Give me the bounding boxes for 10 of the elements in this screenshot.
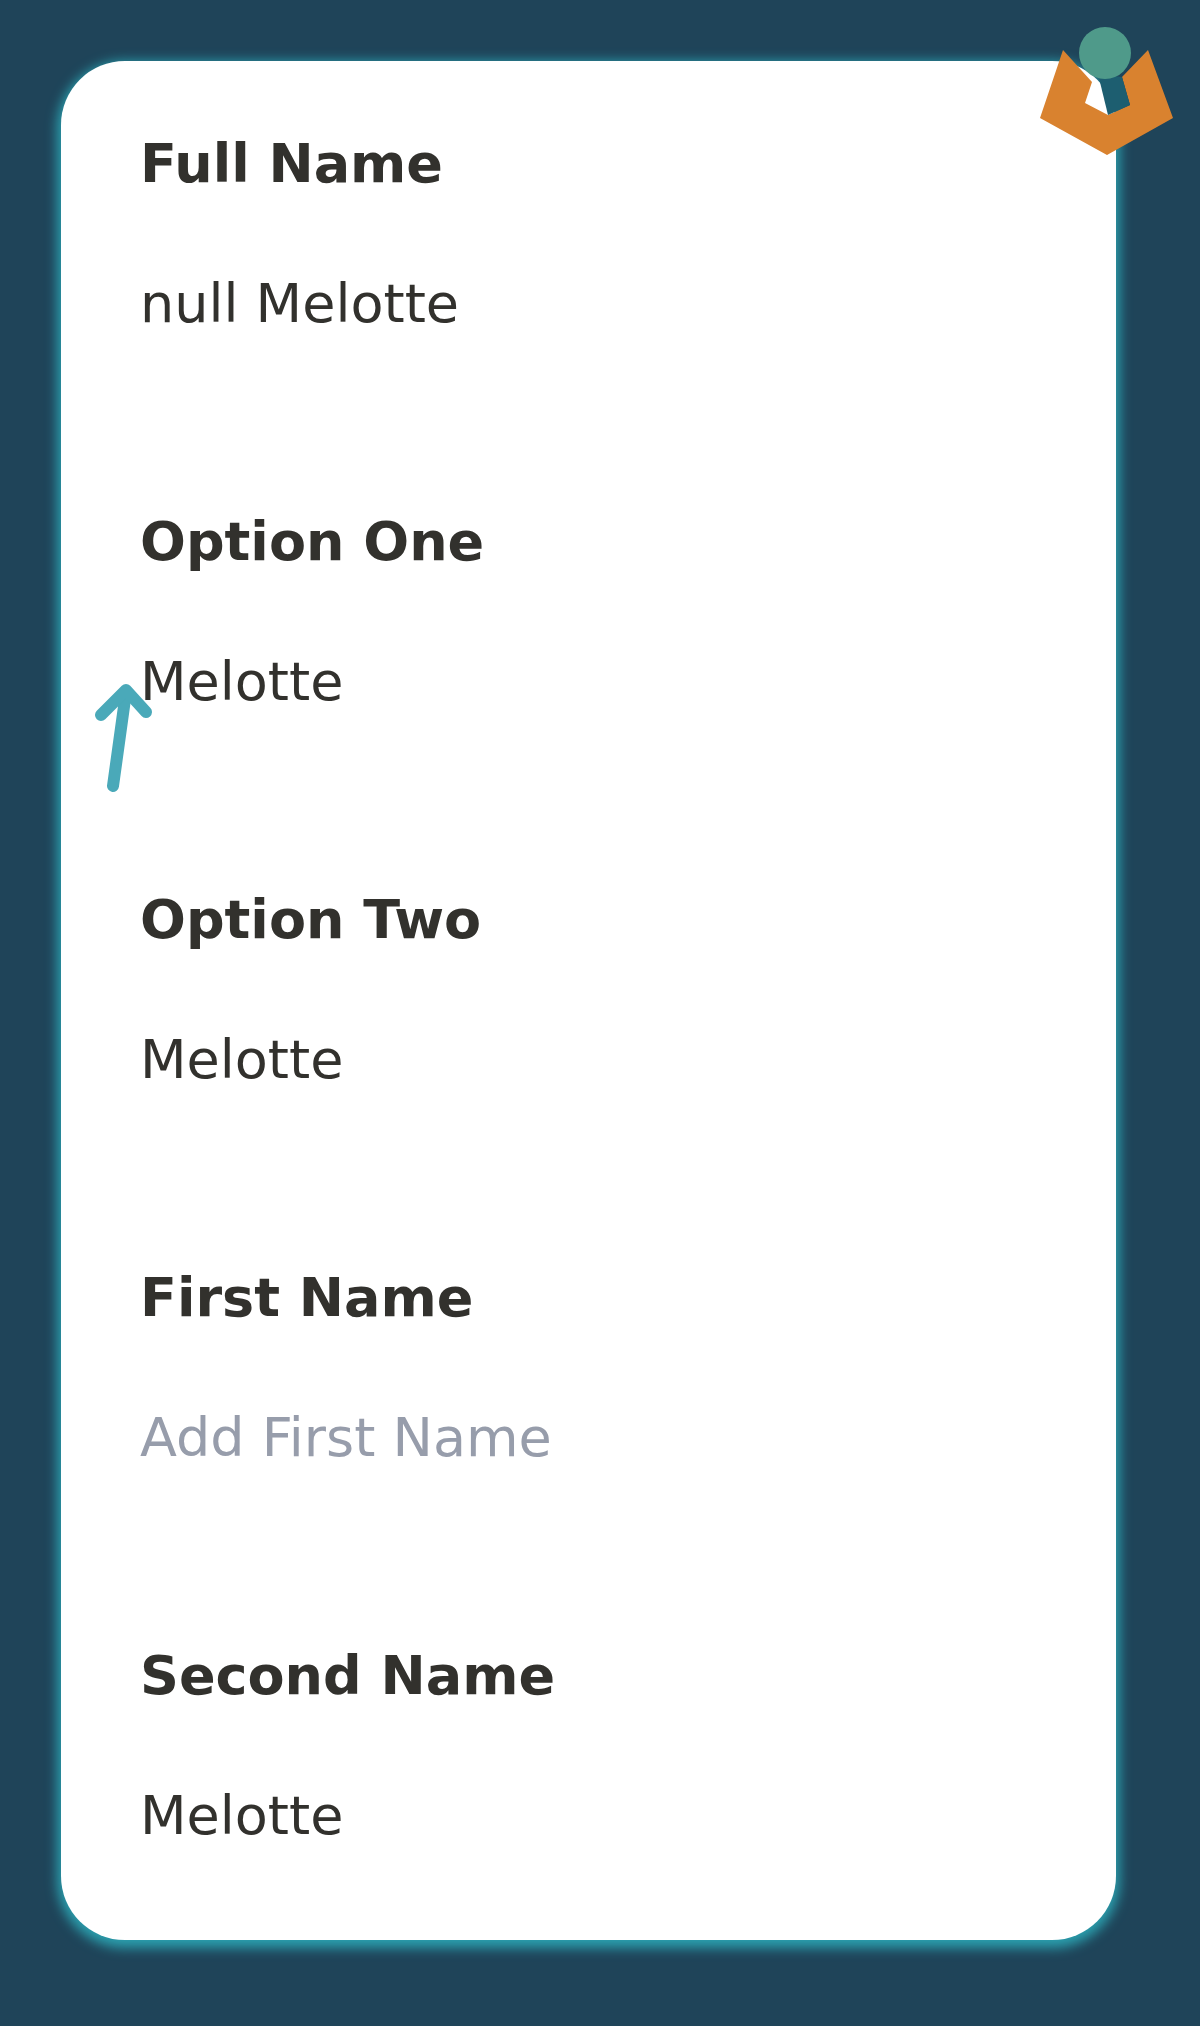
field-value: Melotte [140,1783,344,1849]
field-value: Melotte [140,649,344,715]
field-value: null Melotte [140,271,460,337]
field-label: Option Two [140,887,482,953]
field-label: Full Name [140,131,443,197]
field-label: Option One [140,509,485,575]
field-label: First Name [140,1265,474,1331]
text-input[interactable]: Add First Name [140,1403,660,1473]
field-label: Second Name [140,1643,556,1709]
field-value: Melotte [140,1027,344,1093]
